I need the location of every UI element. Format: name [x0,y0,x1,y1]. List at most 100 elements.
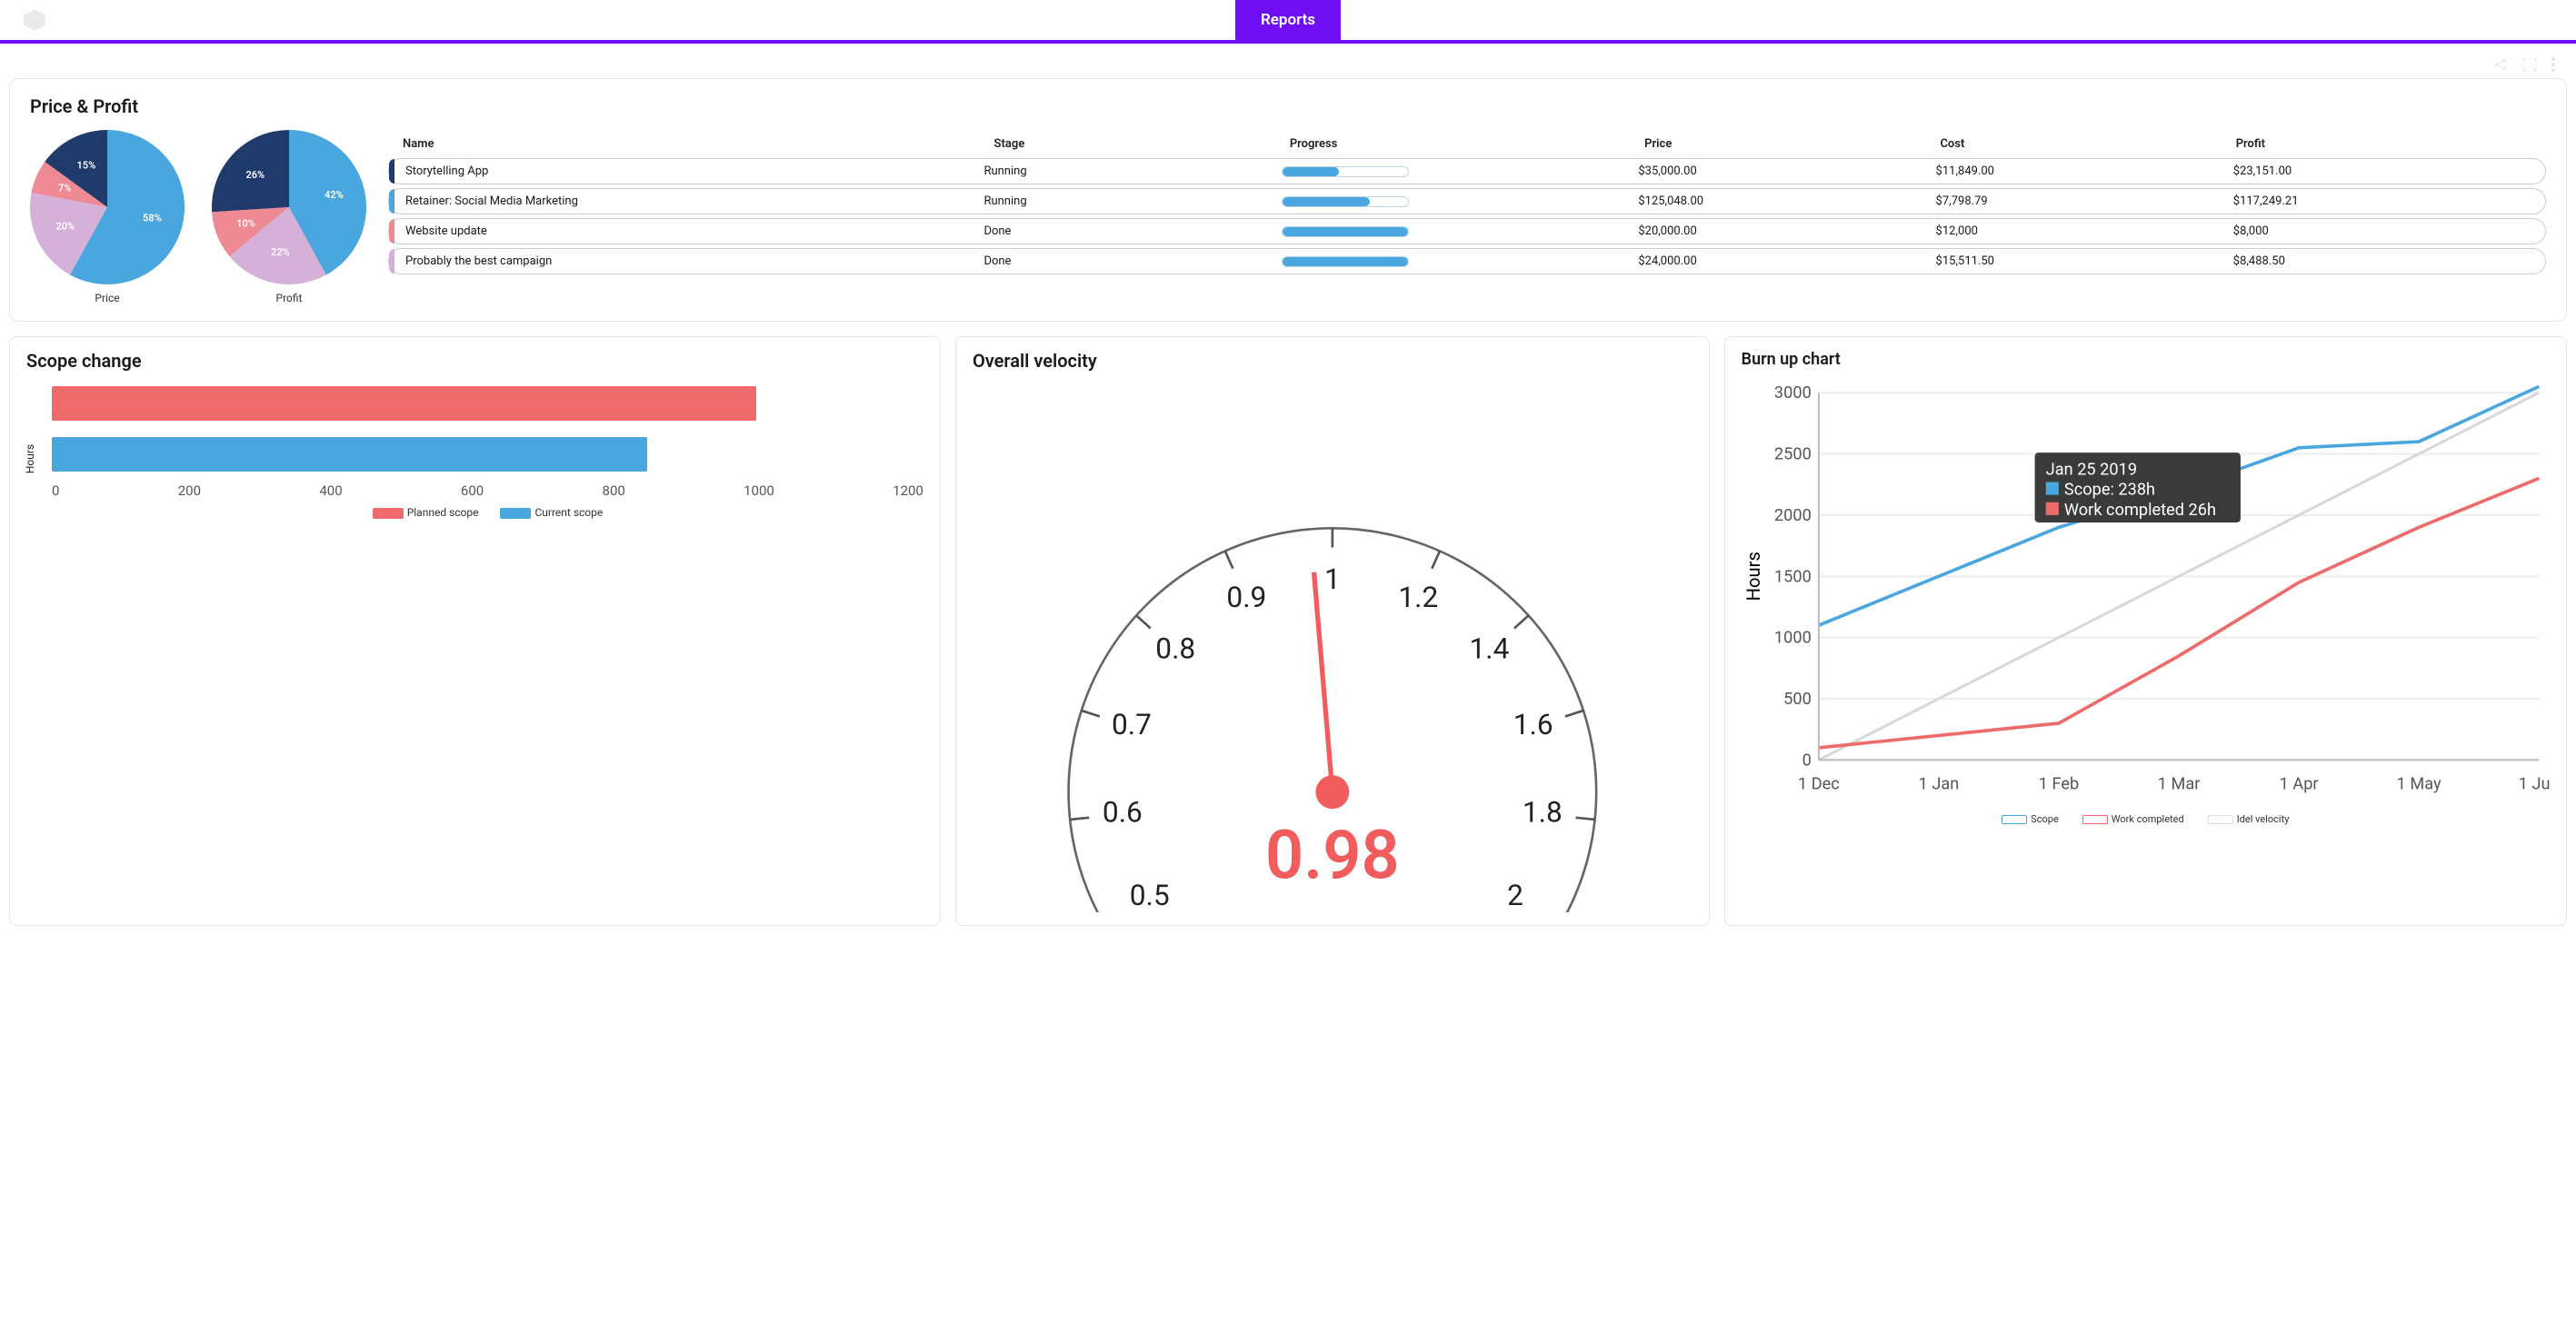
overall-velocity-panel: Overall velocity 0.5 0.6 0.7 0.8 0.9 1 1.2 1.4 1… [955,336,1710,926]
svg-text:0.9: 0.9 [1226,581,1266,614]
cell-progress [1282,196,1639,207]
svg-text:15%: 15% [77,159,96,171]
svg-text:10%: 10% [236,218,255,230]
more-icon[interactable] [2551,56,2556,73]
svg-text:1 Feb: 1 Feb [2038,775,2078,794]
svg-text:1 Jun: 1 Jun [2518,775,2550,794]
svg-text:1000: 1000 [1774,629,1812,648]
burn-up-panel: Burn up chart 050010001500200025003000Ho… [1724,336,2567,926]
price-pie: 15%7%20%58% Price [30,130,185,304]
cell-cost: $11,849.00 [1936,164,2233,178]
row-color-stripe [389,249,394,274]
panel-title: Scope change [26,350,924,372]
panel-title: Burn up chart [1742,350,2550,369]
svg-text:0.8: 0.8 [1155,632,1195,666]
card-title: Price & Profit [30,95,2546,117]
legend-ideal: Idel velocity [2237,813,2290,825]
svg-text:Work completed 26h: Work completed 26h [2064,501,2216,520]
table-row[interactable]: Probably the best campaignDone$24,000.00… [388,248,2546,274]
svg-text:42%: 42% [324,189,344,201]
col-progress: Progress [1290,137,1644,151]
col-stage: Stage [994,137,1290,151]
burn-up-chart: 050010001500200025003000Hours1 Dec1 Jan1… [1742,382,2550,804]
panel-title: Overall velocity [973,350,1692,372]
cell-stage: Done [983,224,1281,238]
svg-text:500: 500 [1783,690,1812,709]
cell-progress [1282,226,1639,237]
cell-name: Website update [389,224,983,238]
cell-price: $20,000.00 [1638,224,1935,238]
expand-icon[interactable] [2521,56,2538,73]
row-color-stripe [389,159,394,184]
row-color-stripe [389,219,394,244]
current-scope-bar [52,437,647,472]
svg-text:1.2: 1.2 [1398,581,1438,614]
svg-text:1 Apr: 1 Apr [2279,775,2318,794]
legend-scope: Scope [2031,813,2059,825]
svg-text:2500: 2500 [1774,445,1812,464]
svg-text:2: 2 [1507,879,1523,911]
svg-text:0: 0 [1802,751,1811,770]
x-tick: 0 [52,482,59,499]
cell-profit: $8,000 [2233,224,2531,238]
page-toolbar [0,44,2576,78]
x-tick: 400 [319,482,342,499]
svg-text:7%: 7% [58,183,71,194]
cell-stage: Running [983,164,1281,178]
svg-text:0.7: 0.7 [1112,708,1152,741]
col-price: Price [1644,137,1940,151]
share-icon[interactable] [2492,56,2509,73]
svg-text:1: 1 [1324,562,1341,596]
tab-reports[interactable]: Reports [1235,0,1341,42]
svg-text:1500: 1500 [1774,567,1812,586]
price-profit-card: Price & Profit 15%7%20%58% Price 26%10%2… [9,78,2567,322]
svg-text:26%: 26% [245,169,265,181]
cell-price: $125,048.00 [1638,194,1935,208]
cell-stage: Running [983,194,1281,208]
app-logo-icon [22,7,47,33]
svg-text:1.6: 1.6 [1513,708,1553,741]
svg-text:1 Mar: 1 Mar [2157,775,2200,794]
svg-text:1.8: 1.8 [1523,795,1563,829]
topbar: Reports [0,0,2576,44]
table-row[interactable]: Storytelling AppRunning $35,000.00$11,849… [388,158,2546,184]
svg-text:1 Jan: 1 Jan [1918,775,1959,794]
legend-work: Work completed [2112,813,2184,825]
svg-text:3000: 3000 [1774,383,1812,403]
svg-text:2000: 2000 [1774,506,1812,525]
cell-profit: $23,151.00 [2233,164,2531,178]
cell-cost: $12,000 [1936,224,2233,238]
legend-planned: Planned scope [407,506,479,519]
row-color-stripe [389,189,394,214]
cell-name: Probably the best campaign [389,254,983,268]
col-profit: Profit [2236,137,2531,151]
table-header: Name Stage Progress Price Cost Profit [388,130,2546,158]
x-tick: 1200 [893,482,924,499]
table-row[interactable]: Website updateDone $20,000.00$12,000$8,00… [388,218,2546,244]
projects-table: Name Stage Progress Price Cost Profit St… [388,130,2546,278]
svg-text:0.98: 0.98 [1265,817,1400,896]
svg-text:1.4: 1.4 [1469,632,1509,666]
cell-name: Storytelling App [389,164,983,178]
svg-text:Jan 25 2019: Jan 25 2019 [2045,460,2136,479]
x-tick: 600 [461,482,484,499]
svg-text:20%: 20% [56,221,75,233]
velocity-gauge: 0.5 0.6 0.7 0.8 0.9 1 1.2 1.4 1.6 1.8 2 0.98 [973,384,1692,912]
scope-change-panel: Scope change Hours 020040060080010001200… [9,336,941,926]
table-row[interactable]: Retainer: Social Media MarketingRunning$… [388,188,2546,214]
pie-caption: Profit [212,292,366,304]
svg-text:0.6: 0.6 [1103,795,1143,829]
x-tick: 800 [603,482,625,499]
scope-legend: Planned scope Current scope [52,506,924,519]
cell-cost: $7,798.79 [1936,194,2233,208]
col-cost: Cost [1940,137,2235,151]
cell-price: $24,000.00 [1638,254,1935,268]
y-axis-label: Hours [24,444,36,473]
x-tick: 200 [178,482,201,499]
planned-scope-bar [52,386,756,421]
svg-text:1 Dec: 1 Dec [1798,775,1840,794]
cell-progress [1282,166,1639,177]
svg-text:0.5: 0.5 [1130,879,1170,911]
cell-price: $35,000.00 [1638,164,1935,178]
col-name: Name [403,137,994,151]
